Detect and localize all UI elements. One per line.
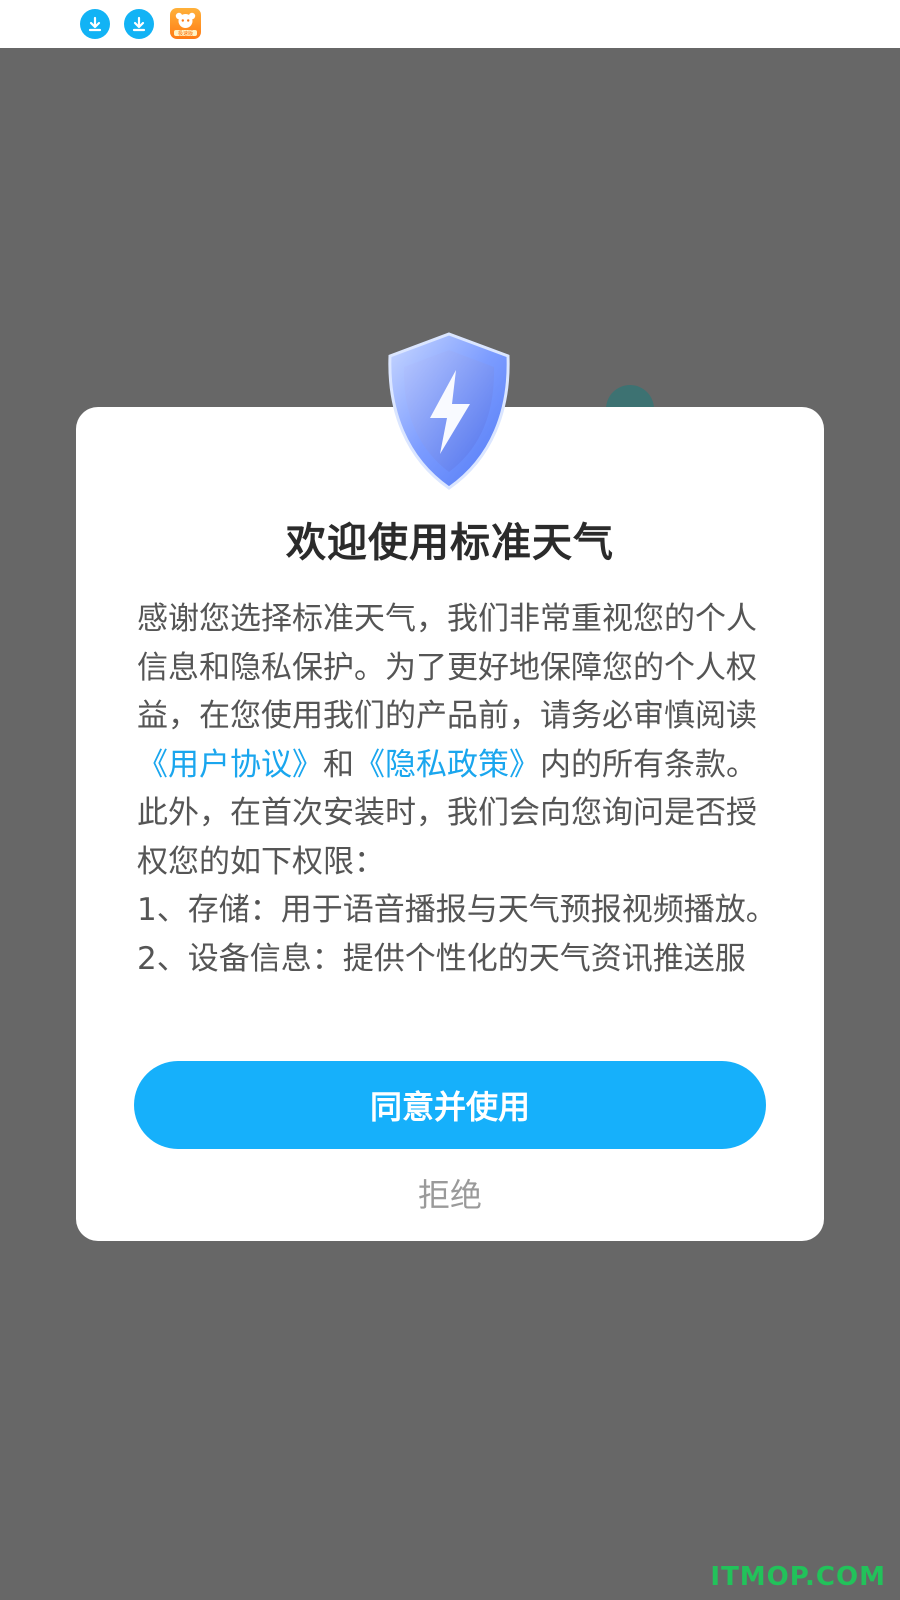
shield-icon — [388, 332, 510, 490]
dialog-title: 欢迎使用标准天气 — [286, 520, 614, 566]
privacy-policy-link[interactable]: 《隐私政策》 — [354, 747, 540, 783]
app-notification-icon: 极速版 — [170, 8, 201, 39]
permission-item-device-info: 2、设备信息：提供个性化的天气资讯推送服 — [137, 940, 746, 977]
download-icon — [124, 9, 154, 39]
status-bar: 极速版 — [0, 0, 900, 48]
intro-text-1: 感谢您选择标准天气，我们非常重视您的个人信息和隐私保护。为了更好地保障您的个人权… — [137, 601, 757, 734]
reject-button[interactable]: 拒绝 — [76, 1170, 824, 1216]
agree-button[interactable]: 同意并使用 — [134, 1061, 766, 1149]
dialog-body: 感谢您选择标准天气，我们非常重视您的个人信息和隐私保护。为了更好地保障您的个人权… — [137, 595, 777, 1025]
user-agreement-link[interactable]: 《用户协议》 — [137, 747, 323, 783]
and-text: 和 — [323, 746, 354, 783]
app-icon-label: 极速版 — [178, 30, 193, 37]
intro-paragraph: 感谢您选择标准天气，我们非常重视您的个人信息和隐私保护。为了更好地保障您的个人权… — [137, 595, 777, 886]
download-icon — [80, 9, 110, 39]
permission-item-storage: 1、存储：用于语音播报与天气预报视频播放。 — [137, 892, 777, 928]
watermark: ITMOP.COM — [710, 1562, 886, 1592]
